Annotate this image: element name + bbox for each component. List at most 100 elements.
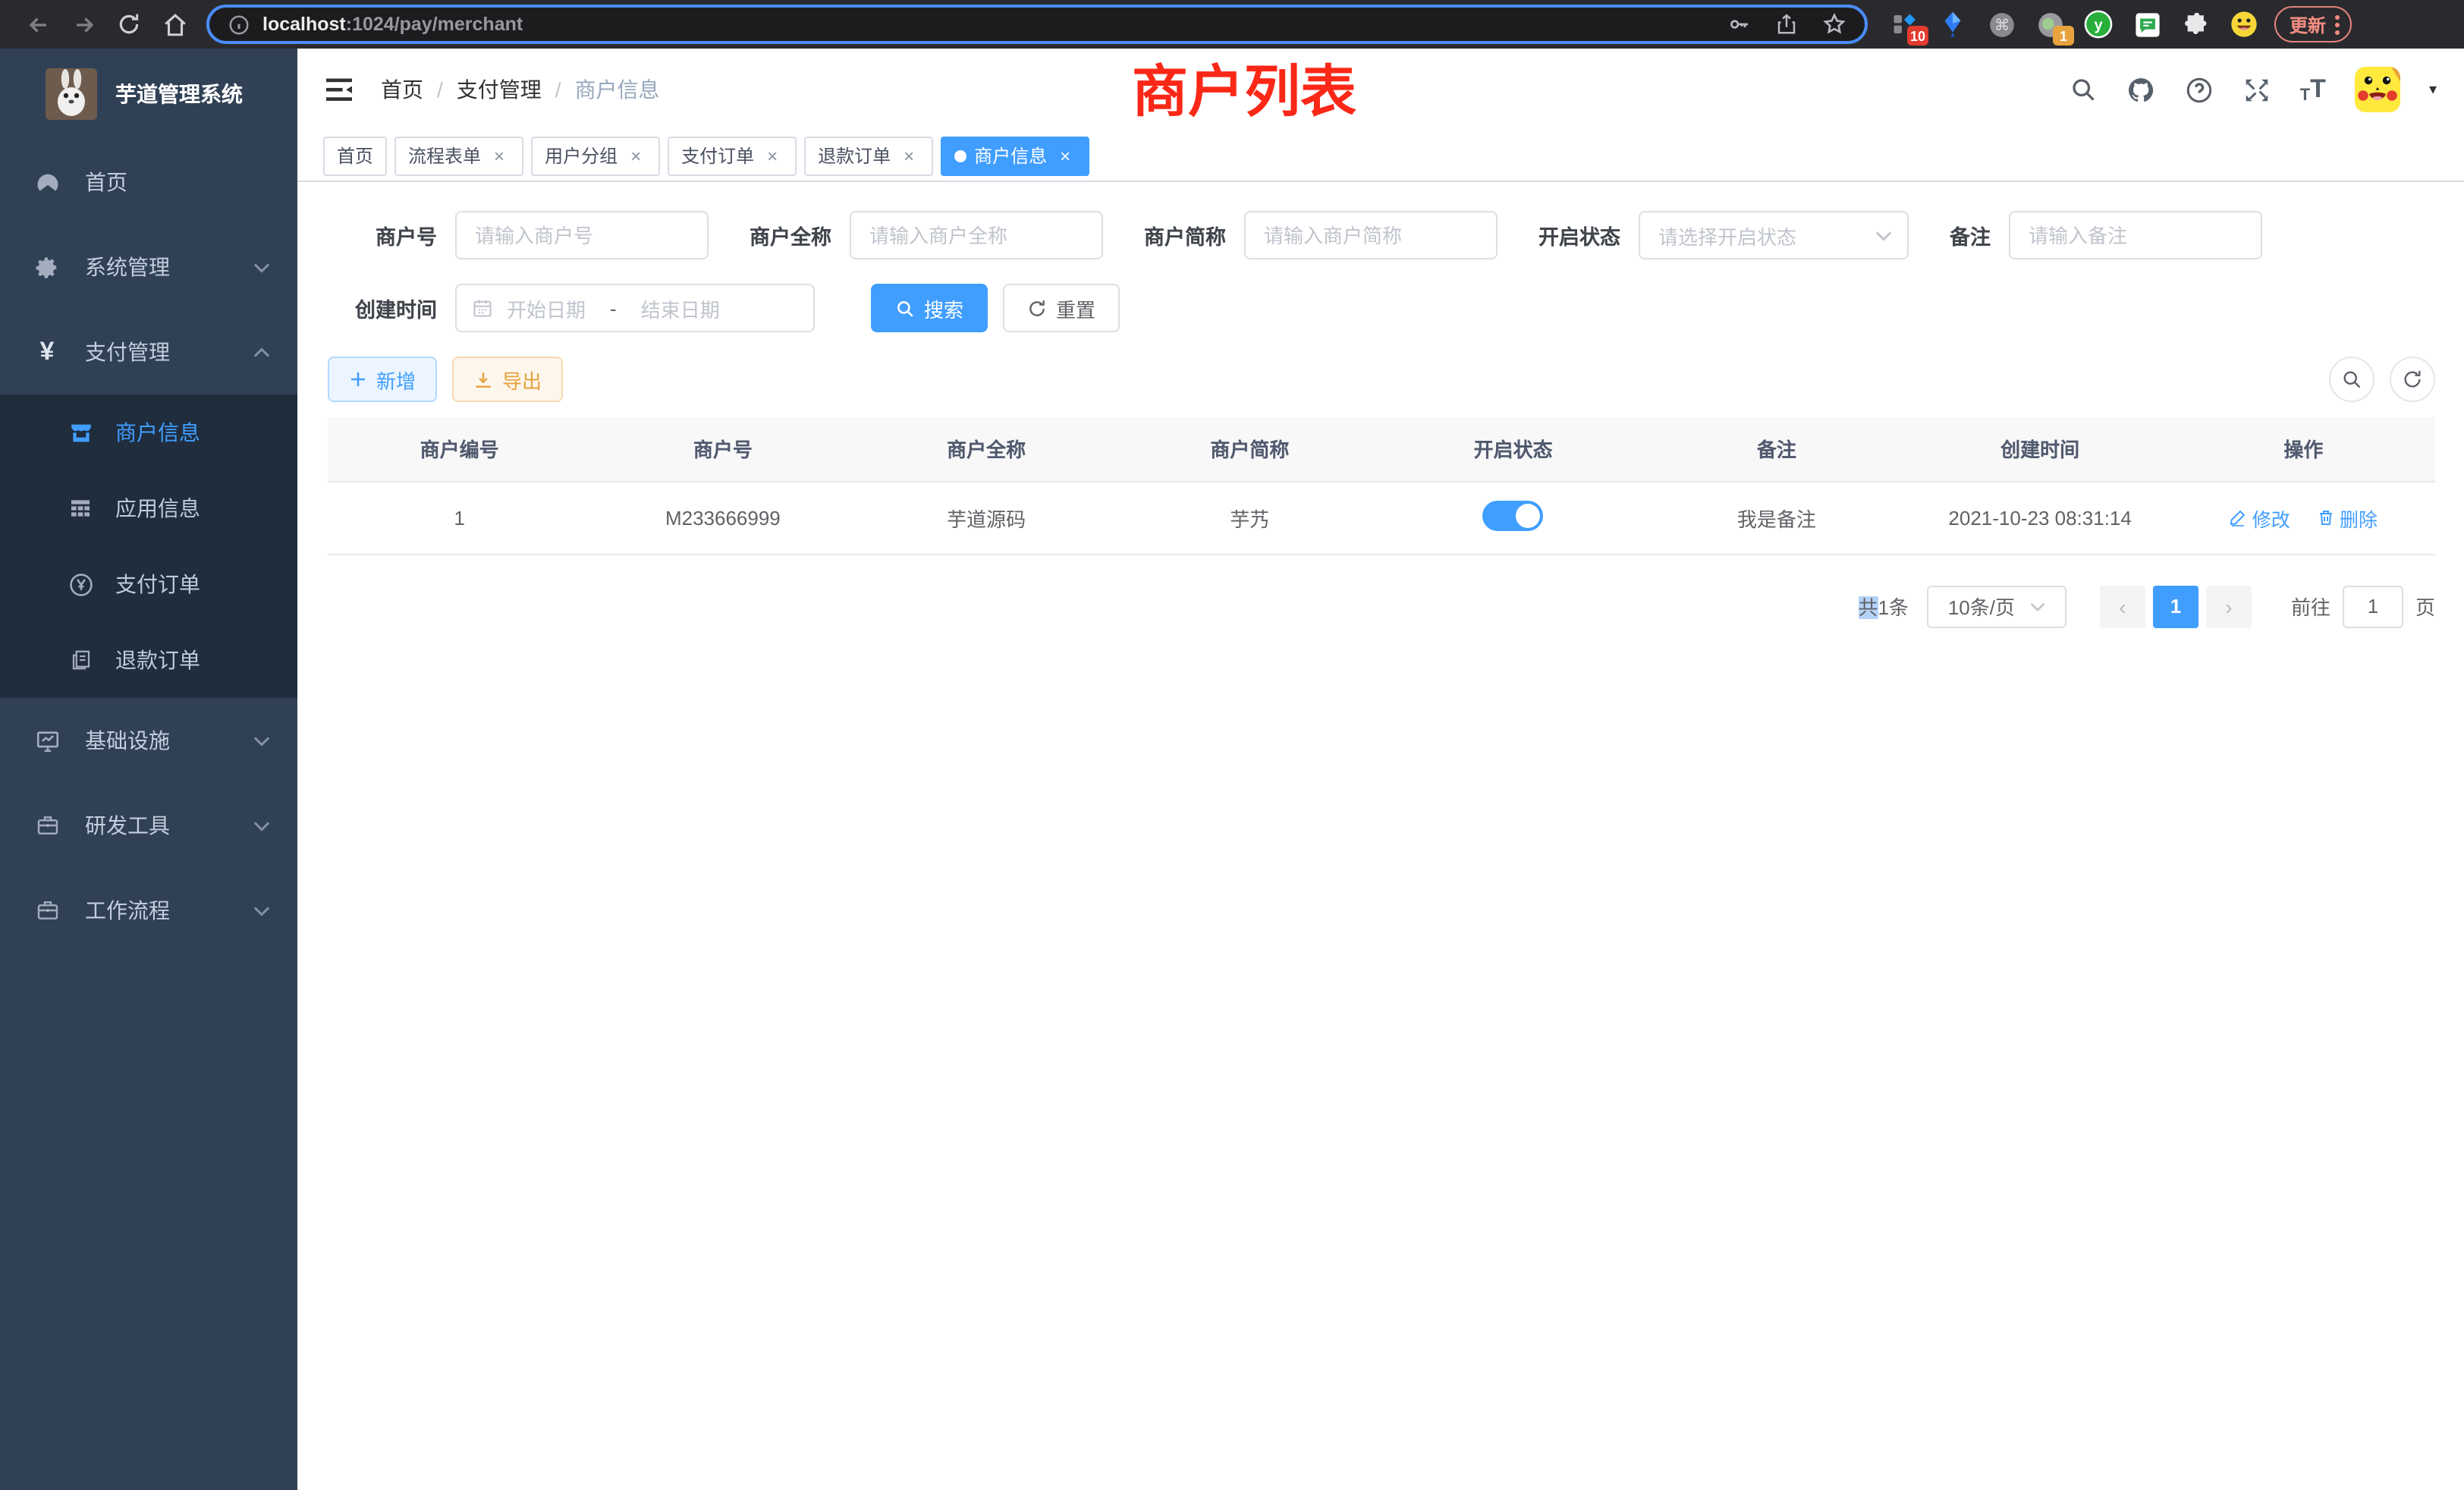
close-icon[interactable]: × [762,145,783,166]
address-bar-actions [1727,12,1846,36]
sidebar-item-merchant-info[interactable]: 商户信息 [0,395,297,470]
page-1-button[interactable]: 1 [2153,585,2198,627]
chevron-down-icon [1875,230,1892,240]
export-button[interactable]: 导出 [452,357,563,402]
sidebar-item-home[interactable]: 首页 [0,140,297,225]
sidebar-item-infrastructure[interactable]: 基础设施 [0,698,297,783]
close-icon[interactable]: × [489,145,510,166]
close-icon[interactable]: × [625,145,646,166]
extension-y-icon[interactable]: y [2083,9,2114,39]
reset-button[interactable]: 重置 [1003,284,1120,332]
url-text: localhost:1024/pay/merchant [262,14,523,35]
back-icon[interactable] [15,6,61,42]
field-create-time: 创建时间 开始日期 - 结束日期 [328,284,815,332]
refresh-button[interactable] [2390,357,2435,402]
share-icon[interactable] [1775,12,1798,36]
browser-toolbar: localhost:1024/pay/merchant 10 [0,0,2464,49]
font-size-icon[interactable]: TT [2300,74,2326,105]
next-page-button[interactable]: › [2206,585,2252,627]
github-icon[interactable] [2126,75,2156,104]
breadcrumb: 首页 / 支付管理 / 商户信息 [381,74,660,105]
breadcrumb-payment[interactable]: 支付管理 [457,74,542,105]
full-name-input[interactable] [850,211,1103,259]
page-header: 首页 / 支付管理 / 商户信息 [297,49,2464,130]
address-bar[interactable]: localhost:1024/pay/merchant [206,5,1868,44]
tab-refund-order[interactable]: 退款订单× [804,136,933,175]
sidebar-item-workflow[interactable]: 工作流程 [0,868,297,953]
app-title: 芋道管理系统 [115,79,243,109]
status-toggle[interactable] [1483,500,1544,530]
merchant-no-input[interactable] [455,211,709,259]
sidebar-item-refund-order[interactable]: 退款订单 [0,622,297,698]
tab-merchant-info[interactable]: 商户信息× [941,136,1089,175]
sidebar-logo-row[interactable]: 芋道管理系统 [0,49,297,140]
extension-chat-icon[interactable] [2132,9,2162,39]
browser-update-button[interactable]: 更新 [2274,6,2352,42]
extensions-puzzle-icon[interactable] [2180,9,2211,39]
extension-badge: 10 [1907,26,1928,46]
browser-menu-icon[interactable] [2335,14,2340,34]
bookmark-star-icon[interactable] [1822,12,1846,36]
remark-input[interactable] [2009,211,2262,259]
sidebar-item-payment[interactable]: ¥ 支付管理 [0,310,297,395]
page-size-select[interactable]: 10条/页 [1927,585,2066,627]
active-dot [954,149,966,162]
sidebar-item-app-info[interactable]: 应用信息 [0,470,297,546]
status-select[interactable]: 请选择开启状态 [1639,211,1909,259]
field-status: 开启状态 请选择开启状态 [1538,211,1909,259]
reload-icon[interactable] [106,6,152,42]
create-time-range-picker[interactable]: 开始日期 - 结束日期 [455,284,815,332]
extension-kite-icon[interactable] [1938,9,1968,39]
search-icon[interactable] [2070,76,2097,103]
col-actions: 操作 [2172,417,2435,481]
sidebar-item-dev-tools[interactable]: 研发工具 [0,783,297,868]
tab-process-form[interactable]: 流程表单× [394,136,523,175]
tab-pay-order[interactable]: 支付订单× [668,136,797,175]
tab-home[interactable]: 首页 [323,136,387,175]
home-icon[interactable] [152,6,197,42]
annotation-merchant-list: 商户列表 [1132,46,1356,127]
site-info-icon[interactable] [228,13,250,36]
screen: 商户列表 localhost:1024/pay/merchant [0,0,2464,1490]
tags-view-bar: 首页 流程表单× 用户分组× 支付订单× 退款订单× 商户信息× [297,130,2464,182]
password-key-icon[interactable] [1727,12,1751,36]
short-name-input[interactable] [1244,211,1498,259]
search-button[interactable]: 搜索 [871,284,988,332]
close-icon[interactable]: × [1054,145,1076,166]
payment-submenu: 商户信息 应用信息 支付订单 [0,395,297,698]
help-icon[interactable] [2185,75,2214,104]
avatar-caret-icon[interactable]: ▾ [2429,81,2437,98]
edit-link[interactable]: 修改 [2230,503,2290,532]
chevron-up-icon [253,347,270,357]
extension-profile-icon[interactable]: 1 [2035,9,2065,39]
show-search-button[interactable] [2329,357,2374,402]
cell-full-name: 芋道源码 [855,481,1118,554]
forward-icon[interactable] [61,6,106,42]
header-actions: TT ▾ [2070,67,2437,112]
prev-page-button[interactable]: ‹ [2100,585,2145,627]
extension-command-icon[interactable]: ⌘ [1986,9,2016,39]
user-avatar[interactable] [2355,67,2400,112]
add-button[interactable]: 新增 [328,357,437,402]
extension-emoji-icon[interactable] [2229,9,2259,39]
delete-link[interactable]: 删除 [2317,503,2378,532]
extensions-area: 10 ⌘ 1 y [1889,9,2259,39]
field-merchant-no: 商户号 [328,211,709,259]
start-date-placeholder: 开始日期 [507,294,586,322]
breadcrumb-home[interactable]: 首页 [381,74,423,105]
tab-user-group[interactable]: 用户分组× [531,136,660,175]
field-short-name: 商户简称 [1144,211,1498,259]
chevron-down-icon [253,905,270,916]
calendar-icon [472,297,493,319]
briefcase-icon [33,898,61,923]
sidebar-item-system[interactable]: 系统管理 [0,225,297,310]
col-merchant-id: 商户编号 [328,417,591,481]
sidebar-toggle-icon[interactable] [325,77,354,102]
cell-create-time: 2021-10-23 08:31:14 [1909,481,2172,554]
sidebar-item-pay-order[interactable]: 支付订单 [0,546,297,622]
pagination: 共1条 10条/页 ‹ 1 › 前往 页 [297,585,2435,627]
goto-page-input[interactable] [2343,585,2403,627]
close-icon[interactable]: × [898,145,919,166]
extension-blocks-icon[interactable]: 10 [1889,9,1919,39]
fullscreen-icon[interactable] [2242,75,2271,104]
